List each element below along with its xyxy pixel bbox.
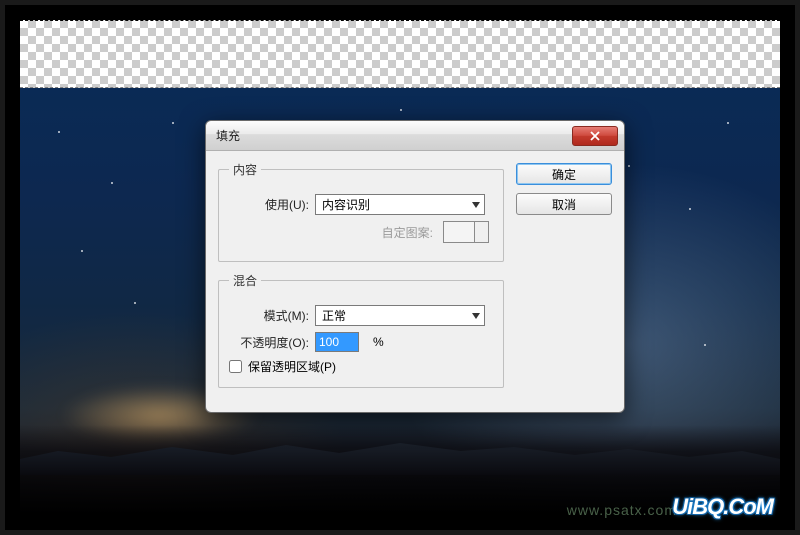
close-button[interactable] bbox=[572, 126, 618, 146]
preserve-transparency-label: 保留透明区域(P) bbox=[248, 358, 336, 375]
use-select[interactable]: 内容识别 bbox=[315, 194, 485, 215]
mode-select-value: 正常 bbox=[322, 307, 346, 324]
dialog-body: 内容 使用(U): 内容识别 自定图案: bbox=[206, 151, 624, 412]
opacity-label: 不透明度(O): bbox=[229, 334, 309, 351]
use-label: 使用(U): bbox=[229, 196, 309, 213]
transparent-region bbox=[20, 20, 780, 88]
dialog-title: 填充 bbox=[216, 127, 572, 144]
blend-legend: 混合 bbox=[229, 272, 261, 289]
fill-dialog: 填充 内容 使用(U): 内容识别 自定图案: bbox=[205, 120, 625, 413]
mode-select[interactable]: 正常 bbox=[315, 305, 485, 326]
content-legend: 内容 bbox=[229, 161, 261, 178]
content-group: 内容 使用(U): 内容识别 自定图案: bbox=[218, 161, 504, 262]
cancel-button[interactable]: 取消 bbox=[516, 193, 612, 215]
watermark-main: UiBQ.CoM bbox=[672, 494, 773, 520]
preserve-transparency-checkbox[interactable] bbox=[229, 360, 242, 373]
opacity-unit: % bbox=[373, 335, 384, 349]
dialog-right-column: 确定 取消 bbox=[516, 161, 612, 398]
watermark-faint: www.psatx.com bbox=[567, 502, 677, 518]
chevron-down-icon bbox=[472, 313, 480, 319]
mode-label: 模式(M): bbox=[229, 307, 309, 324]
pattern-swatch bbox=[443, 221, 475, 243]
blend-group: 混合 模式(M): 正常 不透明度(O): 100 % bbox=[218, 272, 504, 388]
chevron-down-icon bbox=[472, 202, 480, 208]
selection-marquee bbox=[20, 87, 780, 88]
pattern-picker-button bbox=[475, 221, 489, 243]
selection-border-top bbox=[20, 20, 780, 21]
dialog-titlebar[interactable]: 填充 bbox=[206, 121, 624, 151]
use-select-value: 内容识别 bbox=[322, 196, 370, 213]
ok-button[interactable]: 确定 bbox=[516, 163, 612, 185]
app-stage: www.psatx.com UiBQ.CoM 填充 内容 使用(U): 内容识别 bbox=[0, 0, 800, 535]
opacity-input[interactable]: 100 bbox=[315, 332, 359, 352]
close-icon bbox=[589, 130, 601, 142]
dialog-left-column: 内容 使用(U): 内容识别 自定图案: bbox=[218, 161, 504, 398]
custom-pattern-label: 自定图案: bbox=[382, 224, 433, 241]
